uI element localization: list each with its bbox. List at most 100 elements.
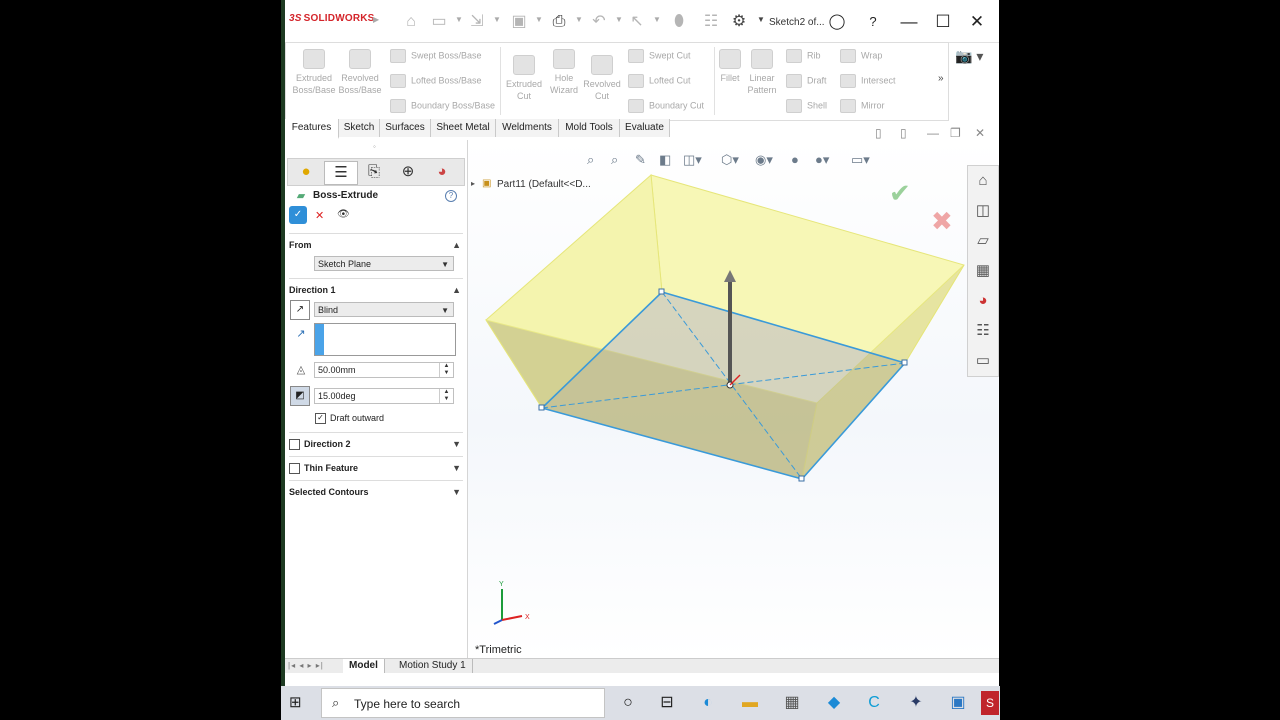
boundary-cut-button[interactable]: Boundary Cut xyxy=(628,99,704,113)
direction2-section[interactable]: Direction 2 ▼ xyxy=(289,432,463,451)
undo-icon[interactable]: ↶ xyxy=(589,12,609,32)
thin-feature-section[interactable]: Thin Feature ▼ xyxy=(289,456,463,475)
close-icon[interactable]: ✕ xyxy=(965,10,989,34)
maximize-icon[interactable]: ☐ xyxy=(931,10,955,34)
view-orientation-icon[interactable]: ◫▾ xyxy=(683,152,702,168)
menu-expand-icon[interactable]: ▶ xyxy=(373,15,379,24)
solidworks-resources-icon[interactable]: ⌂ xyxy=(972,170,994,192)
fillet-button[interactable]: Fillet xyxy=(716,49,744,84)
select-icon[interactable]: ↖ xyxy=(627,12,647,32)
app-c-icon[interactable]: C xyxy=(861,691,887,715)
forum-icon[interactable]: ▭ xyxy=(972,350,994,372)
tab-surfaces[interactable]: Surfaces xyxy=(380,119,431,137)
graphics-area[interactable]: Y X xyxy=(468,140,999,658)
viewport-tile-icon[interactable]: ❐ xyxy=(950,126,961,140)
expand-chevron-icon[interactable]: ▼ xyxy=(452,439,461,449)
split-viewport-icon[interactable]: ▯ xyxy=(900,126,907,140)
viewport-close-icon[interactable]: ✕ xyxy=(975,126,985,140)
file-explorer-icon[interactable]: ▱ xyxy=(972,230,994,252)
direction2-checkbox[interactable] xyxy=(289,439,300,451)
view-palette-icon[interactable]: ▦ xyxy=(972,260,994,282)
tree-expand-icon[interactable]: ▸ xyxy=(471,179,475,188)
tab-sketch[interactable]: Sketch xyxy=(339,119,380,137)
lofted-cut-button[interactable]: Lofted Cut xyxy=(628,74,691,88)
vertex-handle[interactable] xyxy=(901,359,908,366)
save-dropdown-icon[interactable]: ▼ xyxy=(535,15,543,24)
tab-sheet-metal[interactable]: Sheet Metal xyxy=(431,119,496,137)
tab-evaluate[interactable]: Evaluate xyxy=(620,119,670,137)
home-icon[interactable]: ⌂ xyxy=(401,12,421,32)
panel-grip-icon[interactable]: ◦ xyxy=(373,142,376,151)
preview-eye-icon[interactable]: 👁 xyxy=(337,209,350,220)
end-condition-dropdown[interactable]: Blind ▼ xyxy=(314,302,454,317)
undo-dropdown-icon[interactable]: ▼ xyxy=(615,15,623,24)
tab-weldments[interactable]: Weldments xyxy=(496,119,559,137)
cancel-x-icon[interactable]: ✕ xyxy=(315,209,324,222)
tab-motion-study[interactable]: Motion Study 1 xyxy=(393,659,473,673)
configuration-manager-icon[interactable]: ⎘ xyxy=(358,161,390,183)
view-settings-icon[interactable]: ▭▾ xyxy=(851,152,870,168)
camera-icon[interactable]: 📷 ▾ xyxy=(955,48,995,66)
extruded-cut-button[interactable]: Extruded Cut xyxy=(502,55,546,102)
draft-toggle-icon[interactable]: ◩ xyxy=(290,386,310,406)
photos-icon[interactable]: ▣ xyxy=(945,691,971,715)
direction-selection-box[interactable] xyxy=(314,323,456,356)
task-switch-icon[interactable]: ⊟ xyxy=(654,691,680,715)
depth-spinner[interactable]: ▲ ▼ xyxy=(439,363,453,377)
flyout-tree-part[interactable]: Part11 (Default<<D... xyxy=(497,179,591,190)
open-icon[interactable]: ⇲ xyxy=(467,12,487,32)
dimxpert-manager-icon[interactable]: ⊕ xyxy=(392,161,424,183)
collapse-chevron-icon[interactable]: ▲ xyxy=(452,240,461,250)
help-icon[interactable]: ? xyxy=(445,190,457,202)
from-section[interactable]: From ▲ xyxy=(289,233,463,250)
from-dropdown[interactable]: Sketch Plane ▼ xyxy=(314,256,454,271)
file-properties-icon[interactable]: ☷ xyxy=(701,12,721,32)
selected-contours-section[interactable]: Selected Contours ▼ xyxy=(289,480,463,497)
draft-angle-input[interactable]: 15.00deg ▲ ▼ xyxy=(314,388,454,404)
depth-input[interactable]: 50.00mm ▲ ▼ xyxy=(314,362,454,378)
intersect-button[interactable]: Intersect xyxy=(840,74,896,88)
display-style-icon[interactable]: ⬡▾ xyxy=(721,152,739,168)
property-manager-icon[interactable]: ☰ xyxy=(324,161,358,185)
user-icon[interactable]: ◯ xyxy=(825,10,849,34)
solidworks-logo[interactable]: 3S SOLIDWORKS xyxy=(289,13,375,24)
ribbon-more-button[interactable]: » xyxy=(938,73,944,84)
hide-show-items-icon[interactable]: ◉▾ xyxy=(755,152,773,168)
zoom-to-fit-icon[interactable]: ⌕ xyxy=(587,152,594,168)
viewport-minimize-icon[interactable]: — xyxy=(927,126,939,140)
tab-features[interactable]: Features xyxy=(285,119,339,139)
options-gear-icon[interactable]: ⚙ xyxy=(729,12,749,32)
confirm-cancel-icon[interactable]: ✖ xyxy=(931,206,953,237)
calculator-icon[interactable]: ▦ xyxy=(779,691,805,715)
shell-button[interactable]: Shell xyxy=(786,99,827,113)
swept-cut-button[interactable]: Swept Cut xyxy=(628,49,691,63)
file-explorer-icon[interactable]: ▬ xyxy=(737,691,763,715)
display-manager-icon[interactable]: ◕ xyxy=(426,161,458,183)
rib-button[interactable]: Rib xyxy=(786,49,821,63)
save-icon[interactable]: ▣ xyxy=(509,12,529,32)
apply-scene-icon[interactable]: ●▾ xyxy=(815,152,829,168)
reverse-direction-icon[interactable]: ↗ xyxy=(290,300,310,320)
expand-chevron-icon[interactable]: ▼ xyxy=(452,487,461,497)
solidworks-taskbar-icon[interactable]: S xyxy=(981,691,999,715)
previous-view-icon[interactable]: ✎ xyxy=(635,152,646,168)
feature-manager-icon[interactable]: ● xyxy=(290,161,322,183)
new-dropdown-icon[interactable]: ▼ xyxy=(455,15,463,24)
select-dropdown-icon[interactable]: ▼ xyxy=(653,15,661,24)
thin-feature-checkbox[interactable] xyxy=(289,463,300,475)
tab-model[interactable]: Model xyxy=(343,659,385,673)
swept-boss-base-button[interactable]: Swept Boss/Base xyxy=(390,49,482,63)
revolved-cut-button[interactable]: Revolved Cut xyxy=(580,55,624,102)
draft-spinner[interactable]: ▲ ▼ xyxy=(439,389,453,403)
taskbar-search[interactable]: ⌕ Type here to search xyxy=(321,688,605,718)
expand-chevron-icon[interactable]: ▼ xyxy=(452,463,461,473)
ok-check-icon[interactable]: ✓ xyxy=(289,206,307,224)
new-document-icon[interactable]: ▭ xyxy=(429,12,449,32)
extruded-boss-base-button[interactable]: Extruded Boss/Base xyxy=(292,49,336,96)
collapse-chevron-icon[interactable]: ▲ xyxy=(452,285,461,295)
draft-button[interactable]: Draft xyxy=(786,74,827,88)
open-dropdown-icon[interactable]: ▼ xyxy=(493,15,501,24)
windows-start-icon[interactable]: ⊞ xyxy=(289,694,307,712)
edge-icon[interactable]: ◐ xyxy=(695,691,721,715)
direction1-section[interactable]: Direction 1 ▲ xyxy=(289,278,463,295)
